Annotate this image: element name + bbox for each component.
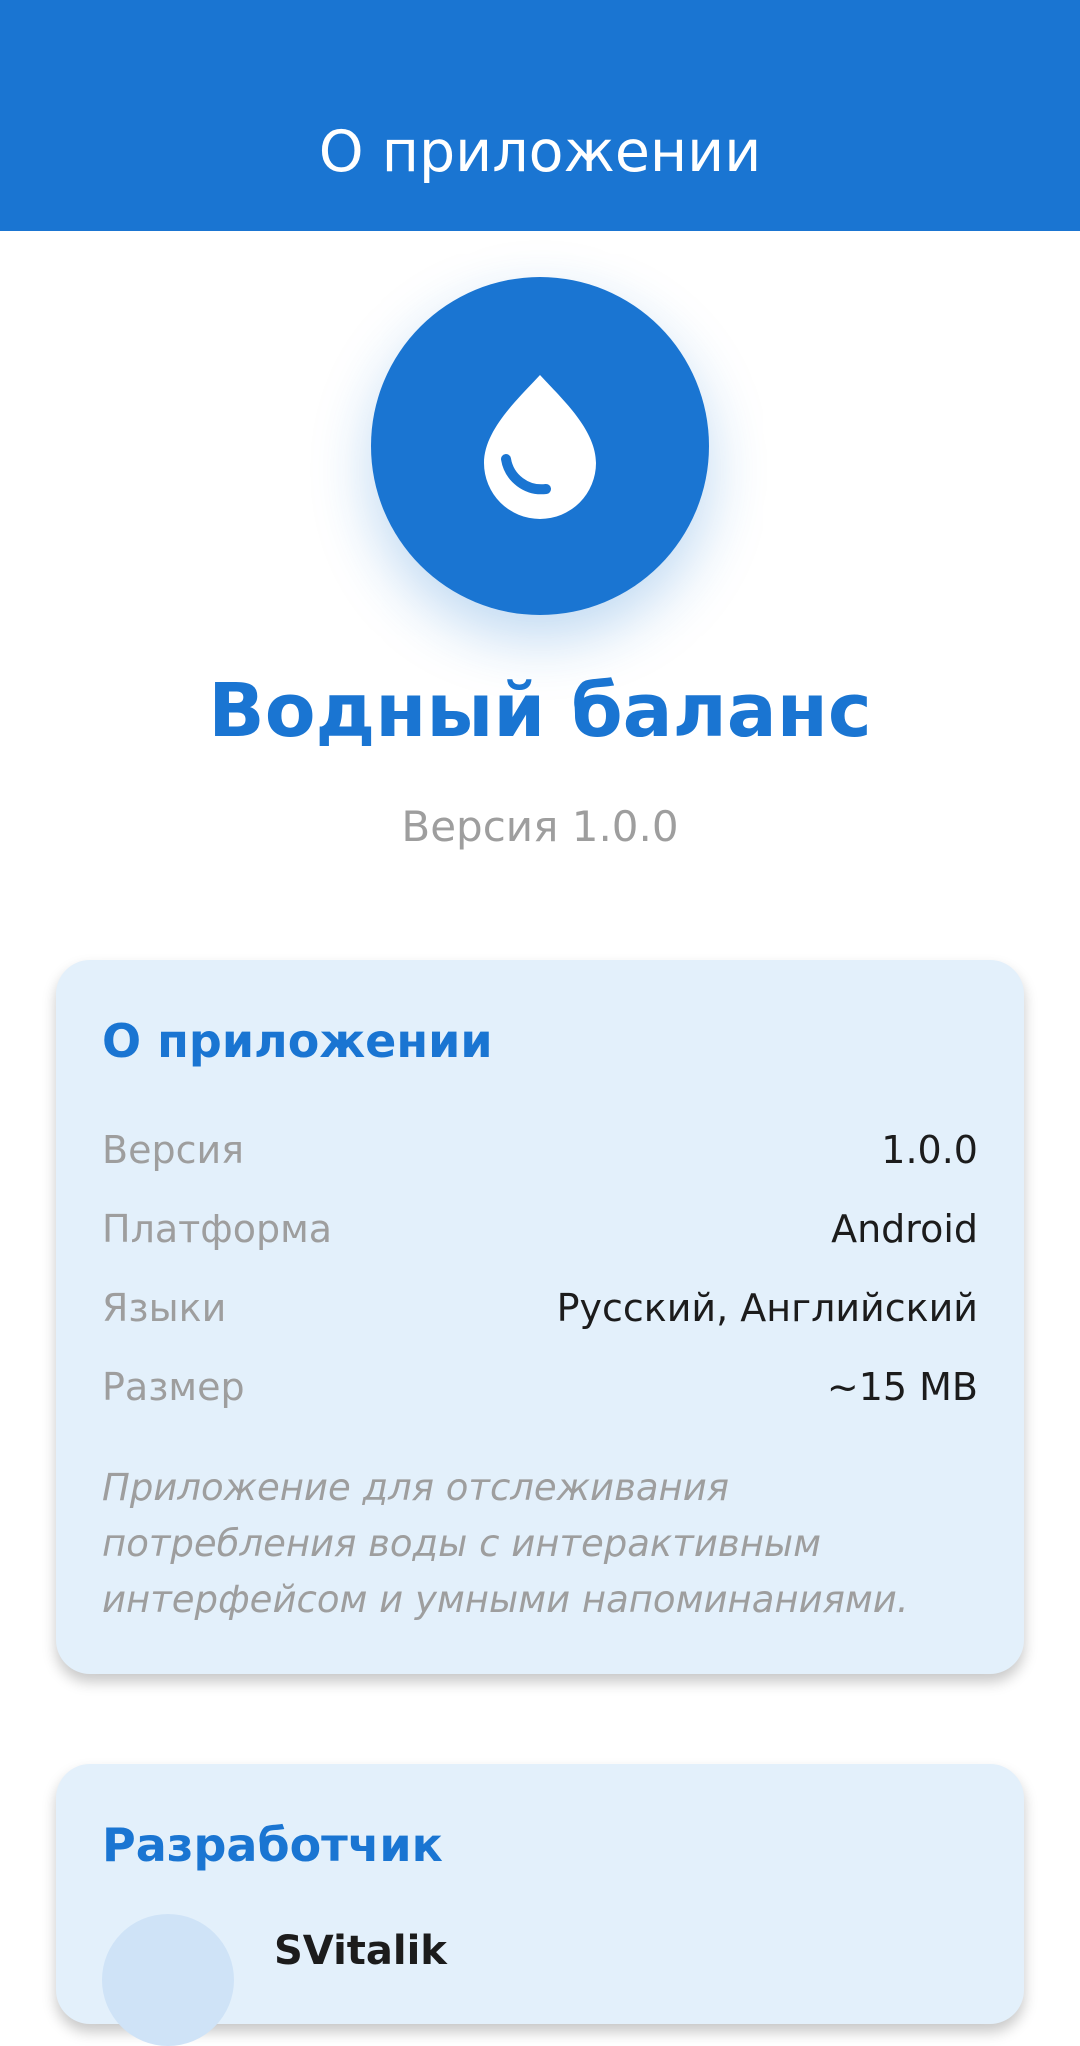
info-label: Версия: [102, 1127, 245, 1172]
developer-card: Разработчик SVitalik: [56, 1764, 1024, 2046]
page-title: О приложении: [318, 118, 762, 185]
info-row-size: Размер ~15 MB: [102, 1347, 978, 1426]
info-label: Платформа: [102, 1206, 333, 1251]
water-drop-icon: [484, 375, 596, 519]
info-label: Размер: [102, 1364, 245, 1409]
info-value: ~15 MB: [826, 1364, 978, 1409]
about-card: О приложении Версия 1.0.0 Платформа Andr…: [56, 960, 1024, 1674]
info-value: 1.0.0: [881, 1127, 978, 1172]
info-value: Русский, Английский: [556, 1285, 978, 1330]
info-row-languages: Языки Русский, Английский: [102, 1268, 978, 1347]
app-bar: О приложении: [0, 0, 1080, 231]
info-value: Android: [831, 1206, 978, 1251]
developer-name: SVitalik: [274, 1928, 447, 1974]
app-version: Версия 1.0.0: [401, 802, 679, 851]
developer-row: SVitalik: [102, 1914, 978, 2046]
app-description: Приложение для отслеживания потребления …: [102, 1466, 909, 1621]
developer-card-title: Разработчик: [102, 1818, 443, 1872]
about-card-title: О приложении: [102, 1014, 493, 1068]
app-logo: [371, 277, 709, 615]
info-label: Языки: [102, 1285, 227, 1330]
info-row-version: Версия 1.0.0: [102, 1110, 978, 1189]
info-row-platform: Платформа Android: [102, 1189, 978, 1268]
avatar: [102, 1914, 234, 2046]
app-name: Водный баланс: [208, 668, 872, 754]
